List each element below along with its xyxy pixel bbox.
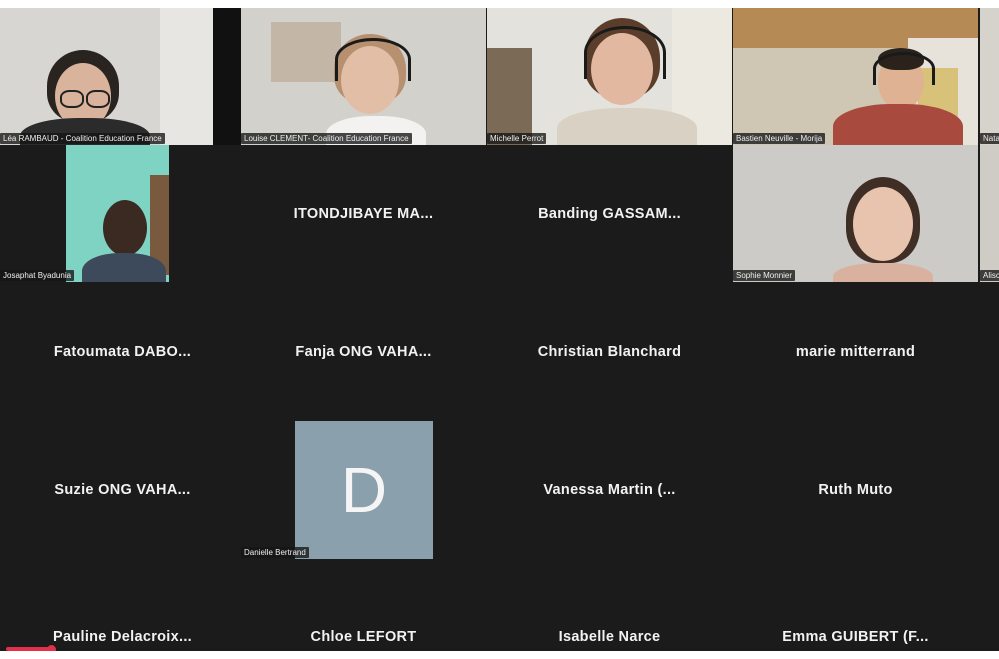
participant-name: Banding GASSAM...: [538, 205, 681, 222]
video-tile-sophie-monnier[interactable]: Sophie Monnier: [733, 145, 978, 282]
participant-name-tag: Bastien Neuville - Morija: [733, 133, 826, 144]
audio-tile[interactable]: Fatoumata DABO...: [0, 283, 245, 420]
avatar-letter: D: [340, 454, 388, 526]
video-tile-michelle-perrot[interactable]: Michelle Perrot: [487, 8, 732, 145]
audio-tile[interactable]: Isabelle Narce: [487, 560, 732, 651]
audio-tile[interactable]: marie mitterrand: [733, 283, 978, 420]
audio-tile[interactable]: ITONDJIBAYE MA...: [241, 145, 486, 282]
participant-name: Pauline Delacroix...: [53, 629, 192, 645]
participant-name: Emma GUIBERT (F...: [782, 629, 929, 645]
video-tile-lea-rambaud[interactable]: Léa RAMBAUD - Coalition Education France: [0, 8, 245, 145]
participant-name-tag: Sophie Monnier: [733, 270, 796, 281]
participant-body: [833, 263, 933, 282]
video-tile-louise-clement[interactable]: Louise CLEMENT- Coalition Education Fran…: [241, 8, 486, 145]
participant-name: ITONDJIBAYE MA...: [293, 205, 434, 222]
participant-face: [853, 187, 913, 261]
participant-name-tag: Alisc: [980, 270, 999, 281]
participant-name: marie mitterrand: [795, 343, 916, 360]
video-background: [271, 22, 341, 82]
audio-tile[interactable]: Vanessa Martin (...: [487, 421, 732, 558]
headset-icon: [873, 52, 935, 85]
video-tile-alisc[interactable]: Alisc: [980, 145, 999, 282]
participant-name-tag: Danielle Bertrand: [241, 547, 309, 558]
video-tile-nata[interactable]: Nata: [980, 8, 999, 145]
video-background: [160, 8, 220, 145]
audio-tile[interactable]: Suzie ONG VAHA...: [0, 421, 245, 558]
audio-tile[interactable]: Christian Blanchard: [487, 283, 732, 420]
avatar: D: [295, 421, 433, 559]
participant-body: [82, 253, 166, 282]
participant-name-tag: Josaphat Byadunia: [0, 270, 75, 281]
participant-name: Vanessa Martin (...: [543, 481, 676, 498]
glasses-icon: [86, 90, 110, 108]
playback-scrubber-handle[interactable]: [47, 645, 56, 651]
participant-face: [103, 200, 147, 256]
video-tile-josaphat-byadunia[interactable]: Josaphat Byadunia: [0, 145, 169, 282]
participant-name: Chloe LEFORT: [310, 629, 417, 645]
participant-name: Ruth Muto: [818, 481, 893, 498]
audio-tile[interactable]: Fanja ONG VAHA...: [241, 283, 486, 420]
headset-icon: [584, 26, 666, 79]
participant-name: Suzie ONG VAHA...: [54, 481, 191, 498]
video-tile-bastien-neuville[interactable]: Bastien Neuville - Morija: [733, 8, 978, 145]
participant-body: [833, 104, 963, 145]
participant-name: Isabelle Narce: [558, 629, 661, 645]
participant-name-tag: Louise CLEMENT- Coalition Education Fran…: [241, 133, 412, 144]
participant-name: Fatoumata DABO...: [53, 343, 192, 360]
audio-tile[interactable]: Pauline Delacroix...: [0, 560, 245, 651]
participant-name-tag: Michelle Perrot: [487, 133, 547, 144]
glasses-icon: [60, 90, 84, 108]
audio-tile[interactable]: Emma GUIBERT (F...: [733, 560, 978, 651]
participant-name-tag: Nata: [980, 133, 999, 144]
audio-tile[interactable]: Chloe LEFORT: [241, 560, 486, 651]
audio-tile[interactable]: Banding GASSAM...: [487, 145, 732, 282]
headset-icon: [335, 38, 411, 81]
audio-tile[interactable]: Ruth Muto: [733, 421, 978, 558]
participant-body: [557, 108, 697, 145]
video-background: [487, 48, 532, 145]
participant-name: Fanja ONG VAHA...: [295, 343, 432, 360]
avatar-tile-danielle-bertrand[interactable]: D Danielle Bertrand: [241, 413, 486, 560]
participant-name: Christian Blanchard: [537, 343, 682, 360]
participant-name-tag: Léa RAMBAUD - Coalition Education France: [0, 133, 165, 144]
video-grid: Léa RAMBAUD - Coalition Education France…: [0, 8, 999, 651]
